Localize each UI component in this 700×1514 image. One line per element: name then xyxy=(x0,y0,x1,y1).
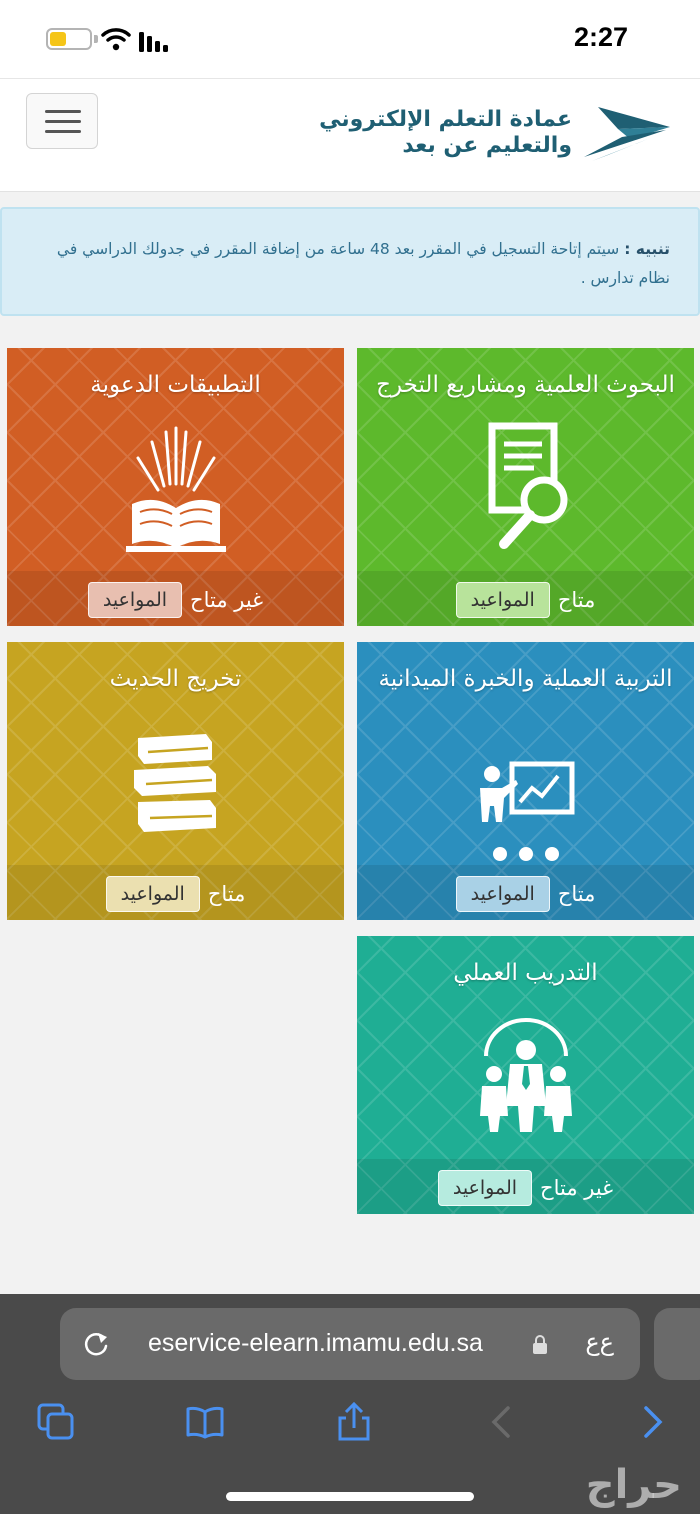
tile-footer: غير متاح المواعيد xyxy=(7,578,344,622)
availability-status: غير متاح xyxy=(190,588,264,612)
notice-alert: تنبيه : سيتم إتاحة التسجيل في المقرر بعد… xyxy=(0,207,700,316)
hamburger-icon xyxy=(45,110,81,113)
tile-footer: غير متاح المواعيد xyxy=(357,1166,694,1210)
availability-status: متاح xyxy=(557,588,596,612)
logo-line-1: عمادة التعلم الإلكتروني xyxy=(319,107,572,132)
tile-title: البحوث العلمية ومشاريع التخرج xyxy=(376,372,675,398)
dates-button[interactable]: المواعيد xyxy=(437,1170,533,1206)
watermark: حراج xyxy=(585,1462,682,1508)
availability-status: غير متاح xyxy=(540,1176,614,1200)
site-header: عمادة التعلم الإلكتروني والتعليم عن بعد xyxy=(0,78,700,192)
signal-icon xyxy=(139,32,168,52)
dates-button[interactable]: المواعيد xyxy=(105,876,200,912)
address-bar[interactable]: eservice-elearn.imamu.edu.sa ﻉﻉ xyxy=(60,1308,640,1380)
dates-button[interactable]: المواعيد xyxy=(455,876,550,912)
alert-message: سيتم إتاحة التسجيل في المقرر بعد 48 ساعة… xyxy=(56,240,670,287)
status-bar: 2:27 xyxy=(0,0,700,78)
wifi-icon xyxy=(101,28,131,51)
tile-hadith-takhreej[interactable]: تخريج الحديث متاح المواعيد xyxy=(7,642,344,920)
alert-label: تنبيه : xyxy=(624,240,670,258)
tile-footer: متاح المواعيد xyxy=(7,872,344,916)
clock: 2:27 xyxy=(573,22,628,52)
document-search-icon xyxy=(488,422,567,549)
tile-research-projects[interactable]: البحوث العلمية ومشاريع التخرج متاح الموا… xyxy=(357,348,694,626)
lock-icon xyxy=(533,1335,547,1354)
tile-footer: متاح المواعيد xyxy=(357,872,694,916)
open-book-icon xyxy=(125,426,226,552)
tile-title: التدريب العملي xyxy=(453,960,598,986)
presenter-board-icon xyxy=(479,761,574,861)
tile-field-experience[interactable]: التربية العملية والخبرة الميدانية متاح ا… xyxy=(357,642,694,920)
share-icon[interactable] xyxy=(334,1402,374,1442)
home-indicator[interactable] xyxy=(226,1492,474,1501)
back-icon[interactable] xyxy=(482,1402,522,1442)
tile-practical-training[interactable]: التدريب العملي غير متاح المواعيد xyxy=(357,936,694,1214)
next-tab-preview[interactable] xyxy=(654,1308,700,1380)
logo-line-2: والتعليم عن بعد xyxy=(402,133,572,158)
tile-title: تخريج الحديث xyxy=(109,666,242,692)
book-stack-icon xyxy=(133,734,216,832)
dates-button[interactable]: المواعيد xyxy=(87,582,183,618)
reload-icon[interactable] xyxy=(82,1330,110,1358)
battery-icon xyxy=(46,28,92,50)
paper-plane-icon[interactable] xyxy=(578,103,670,163)
tile-dawa-applications[interactable]: التطبيقات الدعوية غير متاح المواعيد xyxy=(7,348,344,626)
site-logo-text[interactable]: عمادة التعلم الإلكتروني والتعليم عن بعد xyxy=(319,107,572,159)
tabs-icon[interactable] xyxy=(36,1402,76,1442)
tile-footer: متاح المواعيد xyxy=(357,578,694,622)
tile-title: التطبيقات الدعوية xyxy=(90,372,261,398)
team-icon xyxy=(479,1018,572,1132)
availability-status: متاح xyxy=(557,882,596,906)
tile-title: التربية العملية والخبرة الميدانية xyxy=(378,666,673,692)
url-text: eservice-elearn.imamu.edu.sa xyxy=(148,1329,483,1357)
text-size-button[interactable]: ﻉﻉ xyxy=(585,1328,614,1356)
dates-button[interactable]: المواعيد xyxy=(455,582,550,618)
forward-icon[interactable] xyxy=(632,1402,672,1442)
bookmarks-icon[interactable] xyxy=(185,1402,225,1442)
availability-status: متاح xyxy=(207,882,246,906)
menu-button[interactable] xyxy=(26,93,98,149)
